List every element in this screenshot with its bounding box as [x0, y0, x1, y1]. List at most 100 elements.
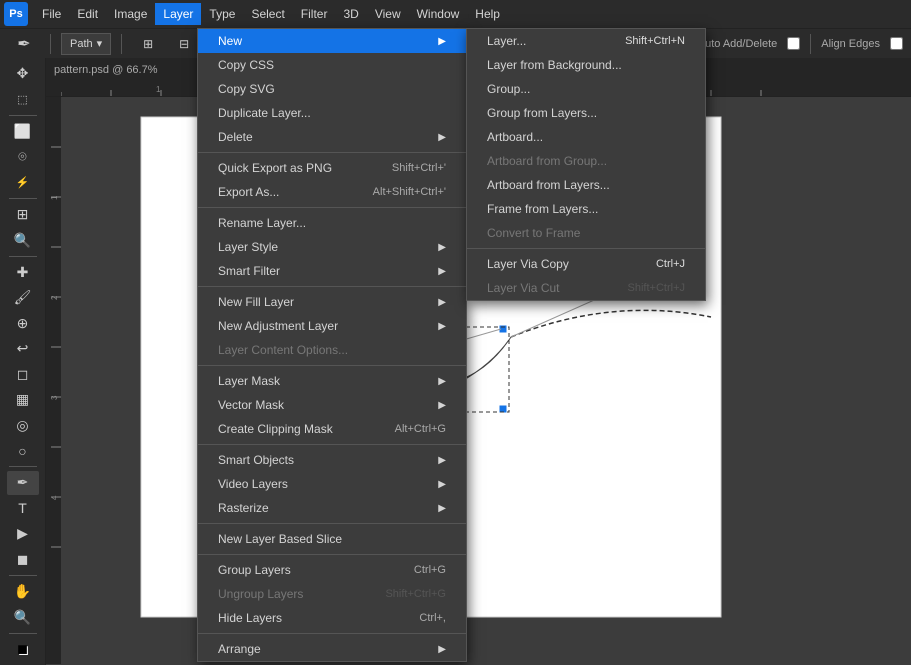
layer-menu-hide-layers[interactable]: Hide Layers Ctrl+, — [198, 606, 466, 630]
submenu-layer-from-bg[interactable]: Layer from Background... — [467, 53, 705, 77]
duplicate-label: Duplicate Layer... — [218, 106, 311, 120]
menu-edit[interactable]: Edit — [69, 3, 106, 25]
submenu-group-from-layers[interactable]: Group from Layers... — [467, 101, 705, 125]
smart-objects-arrow: ▶ — [438, 455, 446, 466]
rename-label: Rename Layer... — [218, 216, 306, 230]
menu-filter[interactable]: Filter — [293, 3, 336, 25]
menu-help[interactable]: Help — [467, 3, 508, 25]
submenu-layer[interactable]: Layer... Shift+Ctrl+N — [467, 29, 705, 53]
smart-objects-label: Smart Objects — [218, 453, 294, 467]
menu-3d[interactable]: 3D — [335, 3, 366, 25]
menu-window[interactable]: Window — [409, 3, 468, 25]
tool-path-select[interactable]: ▶ — [7, 522, 39, 545]
tool-hand[interactable]: ✋ — [7, 580, 39, 603]
tool-quick-select[interactable]: ⚡ — [7, 171, 39, 194]
video-layers-arrow: ▶ — [438, 479, 446, 490]
new-adjustment-layer-label: New Adjustment Layer — [218, 319, 338, 333]
layer-menu-smart-filter[interactable]: Smart Filter ▶ — [198, 259, 466, 283]
layer-menu-layer-content-options: Layer Content Options... — [198, 338, 466, 362]
new-adjustment-layer-arrow: ▶ — [438, 321, 446, 332]
submenu-group-from-layers-label: Group from Layers... — [487, 106, 597, 120]
tool-brush[interactable]: 🖌 — [7, 286, 39, 309]
submenu-artboard[interactable]: Artboard... — [467, 125, 705, 149]
tool-artboard[interactable]: ⬚ — [7, 87, 39, 110]
tool-crop[interactable]: ⊞ — [7, 203, 39, 226]
layer-menu-copy-css[interactable]: Copy CSS — [198, 53, 466, 77]
layer-menu-vector-mask[interactable]: Vector Mask ▶ — [198, 393, 466, 417]
tool-blur[interactable]: ◎ — [7, 413, 39, 436]
layer-menu-new-adjustment-layer[interactable]: New Adjustment Layer ▶ — [198, 314, 466, 338]
tool-dodge[interactable]: ○ — [7, 439, 39, 462]
submenu-artboard-from-group-label: Artboard from Group... — [487, 154, 607, 168]
submenu-artboard-from-layers-label: Artboard from Layers... — [487, 178, 610, 192]
layer-menu-create-clipping-mask[interactable]: Create Clipping Mask Alt+Ctrl+G — [198, 417, 466, 441]
layer-menu-arrange[interactable]: Arrange ▶ — [198, 637, 466, 661]
layer-menu-delete[interactable]: Delete ▶ — [198, 125, 466, 149]
hide-layers-shortcut: Ctrl+, — [419, 612, 446, 624]
layer-menu-copy-svg[interactable]: Copy SVG — [198, 77, 466, 101]
menu-layer[interactable]: Layer — [155, 3, 201, 25]
layer-mask-arrow: ▶ — [438, 376, 446, 387]
menu-image[interactable]: Image — [106, 3, 155, 25]
ungroup-layers-label: Ungroup Layers — [218, 587, 303, 601]
tool-zoom[interactable]: 🔍 — [7, 605, 39, 628]
ungroup-layers-shortcut: Shift+Ctrl+G — [385, 588, 446, 600]
quick-export-shortcut: Shift+Ctrl+' — [392, 162, 446, 174]
layer-menu-new[interactable]: New ▶ Layer... Shift+Ctrl+N Layer from B… — [198, 29, 466, 53]
tool-foreground-bg[interactable]: ■ — [7, 638, 39, 661]
document-title: pattern.psd @ 66.7% — [54, 64, 158, 76]
menu-select[interactable]: Select — [243, 3, 292, 25]
layer-sep8 — [198, 633, 466, 634]
layer-menu-layer-style[interactable]: Layer Style ▶ — [198, 235, 466, 259]
tool-lasso[interactable]: ⌾ — [7, 145, 39, 168]
auto-add-delete-checkbox[interactable] — [787, 37, 800, 50]
layer-menu-export-as[interactable]: Export As... Alt+Shift+Ctrl+' — [198, 180, 466, 204]
tool-history[interactable]: ↩ — [7, 337, 39, 360]
submenu-artboard-from-layers[interactable]: Artboard from Layers... — [467, 173, 705, 197]
arrange-arrow: ▶ — [438, 644, 446, 655]
layer-menu-rename[interactable]: Rename Layer... — [198, 211, 466, 235]
create-clipping-mask-label: Create Clipping Mask — [218, 422, 333, 436]
layer-menu-duplicate[interactable]: Duplicate Layer... — [198, 101, 466, 125]
rasterize-arrow: ▶ — [438, 503, 446, 514]
menu-view[interactable]: View — [367, 3, 409, 25]
path-dropdown[interactable]: Path ▾ — [61, 33, 111, 55]
tool-healing[interactable]: ✚ — [7, 261, 39, 284]
tool-eyedropper[interactable]: 🔍 — [7, 228, 39, 251]
layer-menu-layer-mask[interactable]: Layer Mask ▶ — [198, 369, 466, 393]
menu-type[interactable]: Type — [201, 3, 243, 25]
new-submenu: Layer... Shift+Ctrl+N Layer from Backgro… — [466, 28, 706, 301]
menu-file[interactable]: File — [34, 3, 69, 25]
path-dropdown-arrow: ▾ — [97, 37, 103, 50]
layer-menu-group-layers[interactable]: Group Layers Ctrl+G — [198, 558, 466, 582]
layer-menu-new-fill-layer[interactable]: New Fill Layer ▶ — [198, 290, 466, 314]
align-edges-checkbox[interactable] — [890, 37, 903, 50]
layer-sep1 — [198, 152, 466, 153]
tool-eraser[interactable]: ◻ — [7, 363, 39, 386]
layer-menu-smart-objects[interactable]: Smart Objects ▶ — [198, 448, 466, 472]
tool-type[interactable]: T — [7, 497, 39, 520]
combine-shapes-btn[interactable]: ⊞ — [132, 29, 164, 59]
submenu-layer-label: Layer... — [487, 34, 526, 48]
submenu-frame-from-layers[interactable]: Frame from Layers... — [467, 197, 705, 221]
layer-menu-rasterize[interactable]: Rasterize ▶ — [198, 496, 466, 520]
tool-sep1 — [9, 115, 37, 116]
submenu-convert-to-frame: Convert to Frame — [467, 221, 705, 245]
tool-gradient[interactable]: ▦ — [7, 388, 39, 411]
tool-shape[interactable]: ◼ — [7, 548, 39, 571]
submenu-artboard-label: Artboard... — [487, 130, 543, 144]
layer-menu-video-layers[interactable]: Video Layers ▶ — [198, 472, 466, 496]
layer-sep2 — [198, 207, 466, 208]
submenu-layer-via-copy[interactable]: Layer Via Copy Ctrl+J — [467, 252, 705, 276]
tool-marquee[interactable]: ⬜ — [7, 120, 39, 143]
tool-pen[interactable]: ✒ — [7, 471, 39, 494]
toolbar-pen-icon: ✒ — [8, 29, 40, 59]
layer-menu-new-layer-based-slice[interactable]: New Layer Based Slice — [198, 527, 466, 551]
submenu-group[interactable]: Group... — [467, 77, 705, 101]
tool-clone[interactable]: ⊕ — [7, 312, 39, 335]
subtract-shapes-btn[interactable]: ⊟ — [168, 29, 200, 59]
layer-menu-quick-export[interactable]: Quick Export as PNG Shift+Ctrl+' — [198, 156, 466, 180]
submenu-layer-shortcut: Shift+Ctrl+N — [625, 35, 685, 47]
hide-layers-label: Hide Layers — [218, 611, 282, 625]
tool-move[interactable]: ✥ — [7, 62, 39, 85]
